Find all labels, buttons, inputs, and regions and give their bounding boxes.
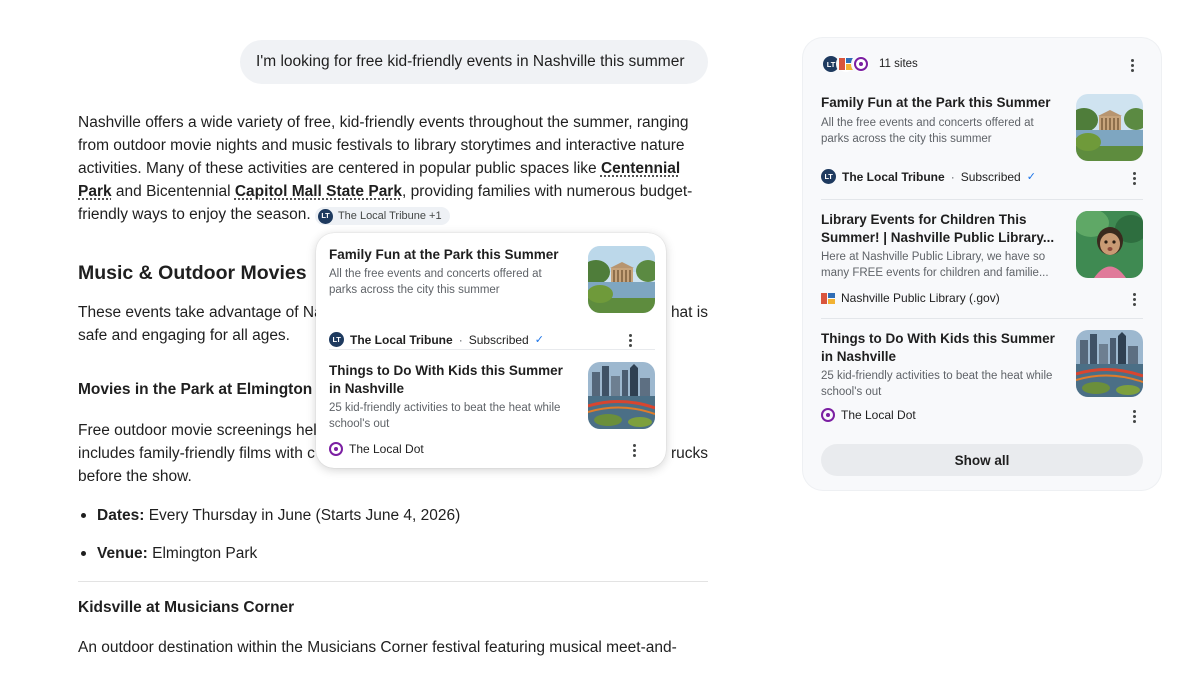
local-tribune-logo-icon: LT xyxy=(821,169,836,184)
popup-item-title[interactable]: Family Fun at the Park this Summer xyxy=(329,246,569,264)
panel-source-row[interactable]: Nashville Public Library (.gov) xyxy=(821,291,1000,305)
dates-label: Dates: xyxy=(97,507,145,524)
sites-count[interactable]: 11 sites xyxy=(879,58,918,70)
child-photo-thumbnail xyxy=(1076,211,1143,278)
more-options-icon[interactable] xyxy=(623,332,637,348)
venue-value: Elmington Park xyxy=(147,545,258,562)
source-chip-label: The Local Tribune +1 xyxy=(337,210,442,222)
panel-item-desc: All the free events and concerts offered… xyxy=(821,117,1034,145)
more-options-icon[interactable] xyxy=(1127,408,1141,424)
source-popup-card: Family Fun at the Park this Summer All t… xyxy=(316,233,666,468)
movies-line1-end: rucks xyxy=(670,445,708,462)
panel-more-options-icon[interactable] xyxy=(1125,57,1139,73)
intro-text-2: and Bicentennial xyxy=(111,183,235,200)
section-para-end: hat is xyxy=(670,304,708,321)
panel-source-row[interactable]: The Local Dot xyxy=(821,408,916,422)
event-details-list: Dates: Every Thursday in June (Starts Ju… xyxy=(78,504,460,580)
popup-divider xyxy=(329,349,655,350)
panel-item-title[interactable]: Things to Do With Kids this Summer in Na… xyxy=(821,330,1057,366)
sources-header: LT 11 sites xyxy=(821,54,918,74)
popup-item-title[interactable]: Things to Do With Kids this Summer in Na… xyxy=(329,362,569,398)
dates-value: Every Thursday in June (Starts June 4, 2… xyxy=(144,507,461,524)
subheading-movies: Movies in the Park at Elmington xyxy=(78,381,313,398)
more-options-icon[interactable] xyxy=(1127,291,1141,307)
panel-item-desc: 25 kid-friendly activities to beat the h… xyxy=(821,370,1053,398)
popup-source-name: The Local Dot xyxy=(349,442,424,456)
popup-source-name: The Local Tribune xyxy=(350,332,453,347)
venue-label: Venue: xyxy=(97,545,148,562)
popup-item-desc: All the free events and concerts offered… xyxy=(329,268,542,296)
section-divider xyxy=(78,581,708,582)
sources-panel: LT 11 sites Family Fun at the Park this … xyxy=(803,38,1161,490)
more-options-icon[interactable] xyxy=(627,442,641,458)
separator-dot: · xyxy=(458,332,463,347)
user-query-bubble: I'm looking for free kid-friendly events… xyxy=(240,40,708,84)
answer-intro-paragraph: Nashville offers a wide variety of free,… xyxy=(78,111,708,226)
panel-source-item[interactable]: Things to Do With Kids this Summer in Na… xyxy=(821,330,1143,430)
section-heading: Music & Outdoor Movies xyxy=(78,262,307,284)
movies-line2-start: includes family-friendly films with c xyxy=(78,445,315,462)
list-item: Venue: Elmington Park xyxy=(78,542,460,565)
library-logo-icon xyxy=(821,292,835,304)
list-item: Dates: Every Thursday in June (Starts Ju… xyxy=(78,504,460,527)
panel-source-name: Nashville Public Library (.gov) xyxy=(841,291,1000,305)
popup-source-item[interactable]: Things to Do With Kids this Summer in Na… xyxy=(329,362,655,457)
popup-source-row[interactable]: LT The Local Tribune · Subscribed ✓ xyxy=(329,332,544,347)
local-dot-logo-icon xyxy=(821,408,835,422)
popup-source-item[interactable]: Family Fun at the Park this Summer All t… xyxy=(329,246,655,348)
panel-item-title[interactable]: Family Fun at the Park this Summer xyxy=(821,94,1057,112)
panel-divider xyxy=(821,199,1143,200)
panel-source-item[interactable]: Library Events for Children This Summer!… xyxy=(821,211,1143,321)
check-icon: ✓ xyxy=(1026,171,1036,183)
panel-item-title[interactable]: Library Events for Children This Summer!… xyxy=(821,211,1057,247)
local-dot-logo-icon xyxy=(851,54,871,74)
check-icon: ✓ xyxy=(534,334,544,346)
panel-item-desc: Here at Nashville Public Library, we hav… xyxy=(821,251,1049,279)
subheading-kidsville: Kidsville at Musicians Corner xyxy=(78,599,295,616)
section-para-start: These events take advantage of Na xyxy=(78,304,323,321)
subscribed-status: Subscribed xyxy=(468,332,529,347)
nashville-skyline-thumbnail xyxy=(588,362,655,429)
panel-source-row[interactable]: LT The Local Tribune · Subscribed ✓ xyxy=(821,169,1036,184)
movies-line3: before the show. xyxy=(78,468,192,485)
local-tribune-logo-icon: LT xyxy=(317,208,333,224)
popup-source-row[interactable]: The Local Dot xyxy=(329,442,424,456)
panel-source-name: The Local Dot xyxy=(841,408,916,422)
parthenon-park-thumbnail xyxy=(588,246,655,313)
kidsville-paragraph: An outdoor destination within the Musici… xyxy=(78,639,677,656)
show-all-button[interactable]: Show all xyxy=(821,444,1143,476)
nashville-skyline-thumbnail xyxy=(1076,330,1143,397)
capitol-mall-link[interactable]: Capitol Mall State Park xyxy=(235,183,402,200)
local-dot-logo-icon xyxy=(329,442,343,456)
popup-item-desc: 25 kid-friendly activities to beat the h… xyxy=(329,402,561,430)
panel-source-name: The Local Tribune xyxy=(842,169,945,184)
panel-divider xyxy=(821,318,1143,319)
source-chip[interactable]: LT The Local Tribune +1 xyxy=(314,207,450,225)
local-tribune-logo-icon: LT xyxy=(329,332,344,347)
intro-text-1: Nashville offers a wide variety of free,… xyxy=(78,114,689,177)
separator-dot: · xyxy=(950,169,955,184)
parthenon-park-thumbnail xyxy=(1076,94,1143,161)
subscribed-status: Subscribed xyxy=(960,169,1021,184)
more-options-icon[interactable] xyxy=(1127,170,1141,186)
